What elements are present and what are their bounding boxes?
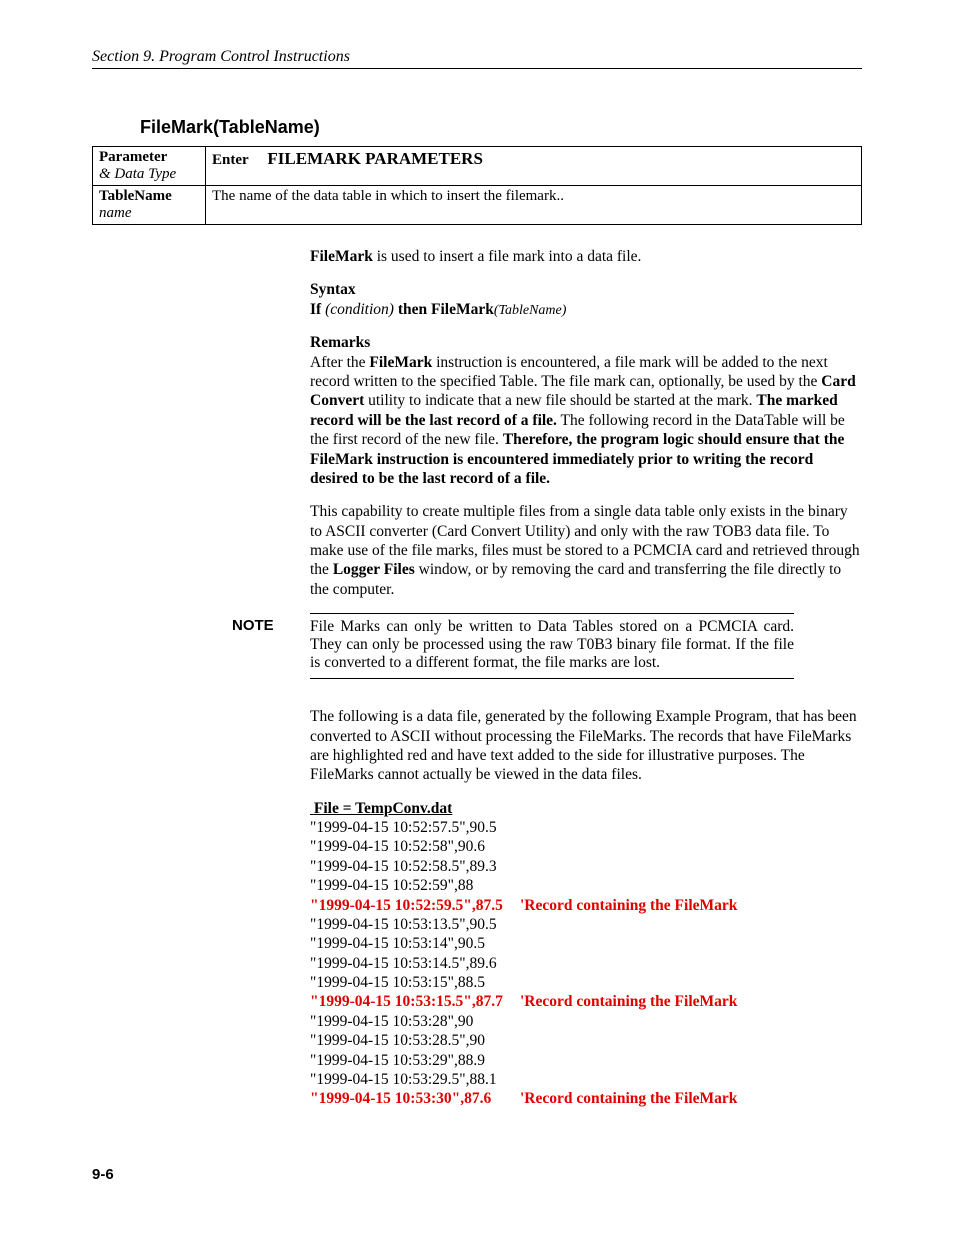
data-file-row: "1999-04-15 10:53:30",87.6'Record contai… <box>310 1089 862 1108</box>
remarks-p1: After the FileMark instruction is encoun… <box>310 353 862 489</box>
syntax-if: If <box>310 301 325 318</box>
data-file-block: File = TempConv.dat "1999-04-15 10:52:57… <box>310 799 862 1109</box>
td-desc: The name of the data table in which to i… <box>206 186 862 225</box>
section-title: FileMark(TableName) <box>140 117 862 138</box>
data-file-row: "1999-04-15 10:53:14",90.5 <box>310 934 862 953</box>
filemark-annotation: 'Record containing the FileMark <box>520 1089 737 1108</box>
th-parameter: Parameter <box>99 149 167 165</box>
intro-filemark: FileMark <box>310 248 373 265</box>
r1b: FileMark <box>369 354 432 371</box>
parameters-table: Parameter & Data Type Enter FILEMARK PAR… <box>92 146 862 225</box>
th-title: FILEMARK PARAMETERS <box>267 149 483 168</box>
data-file-entry: "1999-04-15 10:52:59.5",87.5 <box>310 896 520 915</box>
note-label: NOTE <box>232 613 310 679</box>
data-file-entry: "1999-04-15 10:52:58.5",89.3 <box>310 857 520 876</box>
data-file-entry: "1999-04-15 10:52:57.5",90.5 <box>310 818 520 837</box>
post-note-paragraph: The following is a data file, generated … <box>310 707 862 785</box>
data-file-entry: "1999-04-15 10:53:15.5",87.7 <box>310 992 520 1011</box>
intro-rest: is used to insert a file mark into a dat… <box>373 248 642 265</box>
data-file-row: "1999-04-15 10:53:15.5",87.7'Record cont… <box>310 992 862 1011</box>
filemark-annotation: 'Record containing the FileMark <box>520 992 737 1011</box>
intro-paragraph: FileMark is used to insert a file mark i… <box>310 247 862 266</box>
data-file-entry: "1999-04-15 10:53:28.5",90 <box>310 1031 520 1050</box>
r1a: After the <box>310 354 369 371</box>
file-heading: File = TempConv.dat <box>310 799 862 818</box>
remarks-label: Remarks <box>310 333 862 352</box>
data-file-row: "1999-04-15 10:53:14.5",89.6 <box>310 954 862 973</box>
r1e: utility to indicate that a new file shou… <box>364 392 756 409</box>
data-file-entry: "1999-04-15 10:53:15",88.5 <box>310 973 520 992</box>
data-file-row: "1999-04-15 10:52:58.5",89.3 <box>310 857 862 876</box>
data-file-row: "1999-04-15 10:53:15",88.5 <box>310 973 862 992</box>
page-number: 9-6 <box>92 1166 114 1183</box>
syntax-block: Syntax If (condition) then FileMark(Tabl… <box>310 280 862 319</box>
th-datatype: & Data Type <box>99 166 176 182</box>
syntax-arg: (TableName) <box>494 303 567 318</box>
data-file-entry: "1999-04-15 10:52:59",88 <box>310 876 520 895</box>
data-file-row: "1999-04-15 10:53:28",90 <box>310 1012 862 1031</box>
data-file-row: "1999-04-15 10:53:29",88.9 <box>310 1051 862 1070</box>
data-file-row: "1999-04-15 10:53:28.5",90 <box>310 1031 862 1050</box>
remarks-p2: This capability to create multiple files… <box>310 502 862 599</box>
data-file-row: "1999-04-15 10:52:57.5",90.5 <box>310 818 862 837</box>
data-file-row: "1999-04-15 10:52:59",88 <box>310 876 862 895</box>
td-nametype: name <box>99 205 132 221</box>
syntax-cond: (condition) <box>325 301 394 318</box>
note-body: File Marks can only be written to Data T… <box>310 613 794 679</box>
syntax-label: Syntax <box>310 281 356 298</box>
data-file-entry: "1999-04-15 10:53:28",90 <box>310 1012 520 1031</box>
data-file-entry: "1999-04-15 10:53:30",87.6 <box>310 1089 520 1108</box>
data-file-row: "1999-04-15 10:53:13.5",90.5 <box>310 915 862 934</box>
filemark-annotation: 'Record containing the FileMark <box>520 896 737 915</box>
data-file-entry: "1999-04-15 10:53:14",90.5 <box>310 934 520 953</box>
running-header: Section 9. Program Control Instructions <box>92 48 862 69</box>
data-file-entry: "1999-04-15 10:53:29.5",88.1 <box>310 1070 520 1089</box>
data-file-entry: "1999-04-15 10:53:29",88.9 <box>310 1051 520 1070</box>
note-block: NOTE File Marks can only be written to D… <box>232 613 794 679</box>
td-tablename: TableName <box>99 188 172 204</box>
data-file-row: "1999-04-15 10:53:29.5",88.1 <box>310 1070 862 1089</box>
data-file-entry: "1999-04-15 10:53:14.5",89.6 <box>310 954 520 973</box>
data-file-entry: "1999-04-15 10:52:58",90.6 <box>310 837 520 856</box>
data-file-row: "1999-04-15 10:52:58",90.6 <box>310 837 862 856</box>
r2b: Logger Files <box>333 561 415 578</box>
data-file-row: "1999-04-15 10:52:59.5",87.5'Record cont… <box>310 896 862 915</box>
data-file-entry: "1999-04-15 10:53:13.5",90.5 <box>310 915 520 934</box>
th-enter: Enter <box>212 152 249 168</box>
syntax-then: then FileMark <box>394 301 494 318</box>
